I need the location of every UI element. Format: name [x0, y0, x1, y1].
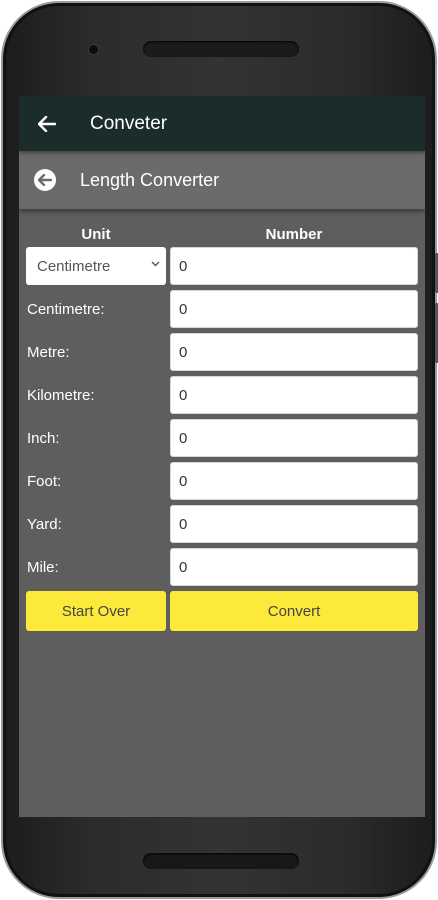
circle-arrow-left-icon	[38, 174, 52, 186]
unit-column-header: Unit	[81, 226, 111, 243]
unit-select[interactable]: Centimetre	[26, 247, 166, 285]
number-column-header: Number	[265, 226, 323, 243]
result-field-inch[interactable]: 0	[170, 419, 418, 457]
chevron-down-icon	[151, 261, 160, 267]
result-label: Mile:	[27, 558, 59, 576]
result-row-kilometre: Kilometre: 0	[26, 376, 418, 414]
result-field-metre[interactable]: 0	[170, 333, 418, 371]
result-label: Metre:	[27, 343, 70, 361]
result-row-mile: Mile: 0	[26, 548, 418, 586]
start-over-button[interactable]: Start Over	[26, 591, 166, 631]
result-row-centimetre: Centimetre: 0	[26, 290, 418, 328]
app-title: Conveter	[90, 112, 168, 134]
result-row-inch: Inch: 0	[26, 419, 418, 457]
result-row-metre: Metre: 0	[26, 333, 418, 371]
result-row-foot: Foot: 0	[26, 462, 418, 500]
page-header: Length Converter	[19, 151, 425, 209]
number-input[interactable]: 0	[170, 247, 418, 285]
convert-button[interactable]: Convert	[170, 591, 418, 631]
result-label: Kilometre:	[27, 386, 95, 404]
front-camera	[89, 45, 98, 54]
result-field-kilometre[interactable]: 0	[170, 376, 418, 414]
bottom-speaker	[143, 853, 299, 869]
result-label: Inch:	[27, 429, 60, 447]
action-buttons: Start Over Convert	[26, 591, 418, 631]
app-bar: Conveter	[19, 96, 425, 151]
converter-form: Unit Number Centimetre 0 Centimetre: 0 M…	[19, 222, 425, 631]
result-label: Foot:	[27, 472, 62, 490]
result-field-centimetre[interactable]: 0	[170, 290, 418, 328]
unit-select-value: Centimetre	[37, 257, 111, 275]
earpiece-speaker	[143, 41, 299, 57]
phone-frame: Conveter Length Converter Unit Number Ce…	[1, 1, 438, 899]
result-label: Yard:	[27, 515, 62, 533]
result-row-yard: Yard: 0	[26, 505, 418, 543]
input-row: Centimetre 0	[26, 247, 418, 285]
result-field-mile[interactable]: 0	[170, 548, 418, 586]
circle-back-button[interactable]	[34, 169, 56, 191]
result-field-yard[interactable]: 0	[170, 505, 418, 543]
column-headers: Unit Number	[26, 222, 418, 247]
arrow-left-icon	[38, 115, 56, 132]
result-field-foot[interactable]: 0	[170, 462, 418, 500]
back-button[interactable]	[19, 115, 75, 132]
result-label: Centimetre:	[27, 300, 105, 318]
app-screen: Conveter Length Converter Unit Number Ce…	[19, 96, 425, 817]
page-title: Length Converter	[80, 169, 220, 190]
